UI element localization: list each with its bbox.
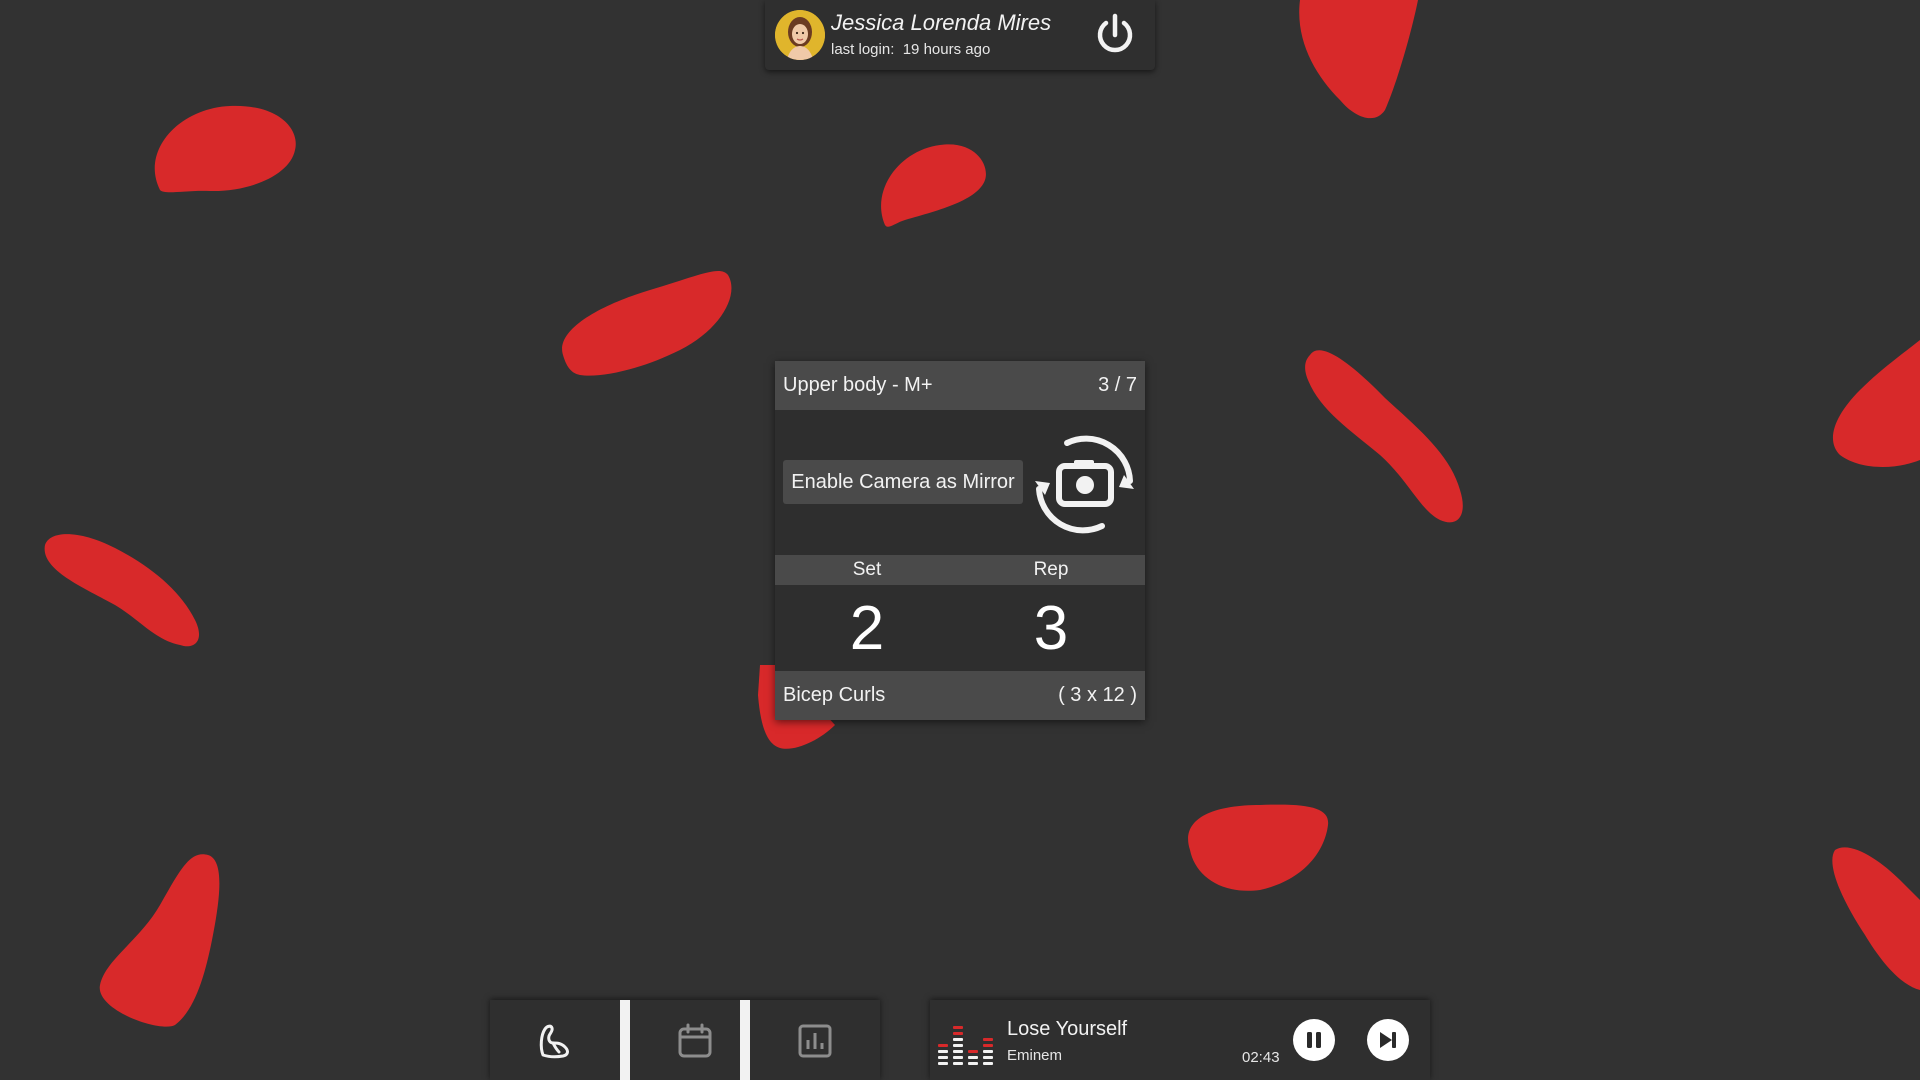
pause-button[interactable] — [1293, 1019, 1335, 1061]
exercise-scheme: ( 3 x 12 ) — [1058, 684, 1137, 706]
bottom-nav — [490, 1000, 880, 1080]
equalizer-icon — [938, 1026, 993, 1065]
exercise-name: Bicep Curls — [783, 684, 886, 706]
decor-blob — [1188, 804, 1329, 891]
calendar-icon — [678, 1023, 712, 1058]
rep-label: Rep — [1033, 559, 1069, 580]
decor-blob — [1832, 847, 1920, 990]
tab-workout[interactable] — [490, 1000, 620, 1080]
nav-separator — [740, 1000, 750, 1080]
nav-separator — [620, 1000, 630, 1080]
last-login-label: last login: — [831, 41, 895, 58]
music-player: Lose Yourself Eminem 02:43 — [930, 1000, 1430, 1080]
workout-card: Upper body - M+ 3 / 7 Enable Camera as M… — [775, 361, 1145, 720]
power-icon — [1097, 13, 1133, 53]
last-login-value: 19 hours ago — [902, 41, 991, 58]
decor-blob — [44, 534, 200, 647]
camera-switch-icon — [1035, 435, 1134, 534]
skip-next-icon — [1380, 1032, 1396, 1048]
workout-header: Upper body - M+ 3 / 7 — [775, 361, 1145, 410]
exercise-footer: Bicep Curls ( 3 x 12 ) — [775, 671, 1145, 720]
rep-value: 3 — [1033, 594, 1069, 663]
set-value: 2 — [849, 594, 885, 663]
pause-icon — [1307, 1032, 1321, 1048]
last-login: last login: 19 hours ago — [831, 41, 990, 58]
decor-blob — [99, 854, 220, 1027]
workout-progress: 3 / 7 — [1098, 374, 1137, 396]
song-time: 02:43 — [1242, 1049, 1280, 1066]
user-header: Jessica Lorenda Mires last login: 19 hou… — [765, 0, 1155, 70]
song-title: Lose Yourself — [1007, 1018, 1128, 1040]
power-button[interactable] — [1092, 12, 1138, 58]
camera-switch-button[interactable] — [1032, 431, 1137, 536]
user-avatar-icon — [775, 10, 825, 60]
workout-title: Upper body - M+ — [783, 374, 933, 396]
decor-blob — [1832, 340, 1920, 467]
decor-blob — [562, 270, 732, 376]
decor-blob — [1305, 350, 1463, 523]
set-label: Set — [852, 559, 882, 580]
user-name: Jessica Lorenda Mires — [831, 10, 1052, 35]
set-rep-header: Set Rep — [775, 555, 1145, 585]
song-artist: Eminem — [1007, 1047, 1063, 1064]
skip-next-button[interactable] — [1367, 1019, 1409, 1061]
flexed-arm-icon — [539, 1024, 569, 1059]
decor-blob — [881, 144, 986, 227]
decor-blob — [1299, 0, 1418, 119]
tab-stats[interactable] — [750, 1000, 880, 1080]
bar-chart-icon — [798, 1024, 832, 1058]
decor-blob — [154, 105, 296, 193]
avatar[interactable] — [775, 10, 825, 60]
enable-camera-mirror-button[interactable]: Enable Camera as Mirror — [783, 460, 1023, 504]
